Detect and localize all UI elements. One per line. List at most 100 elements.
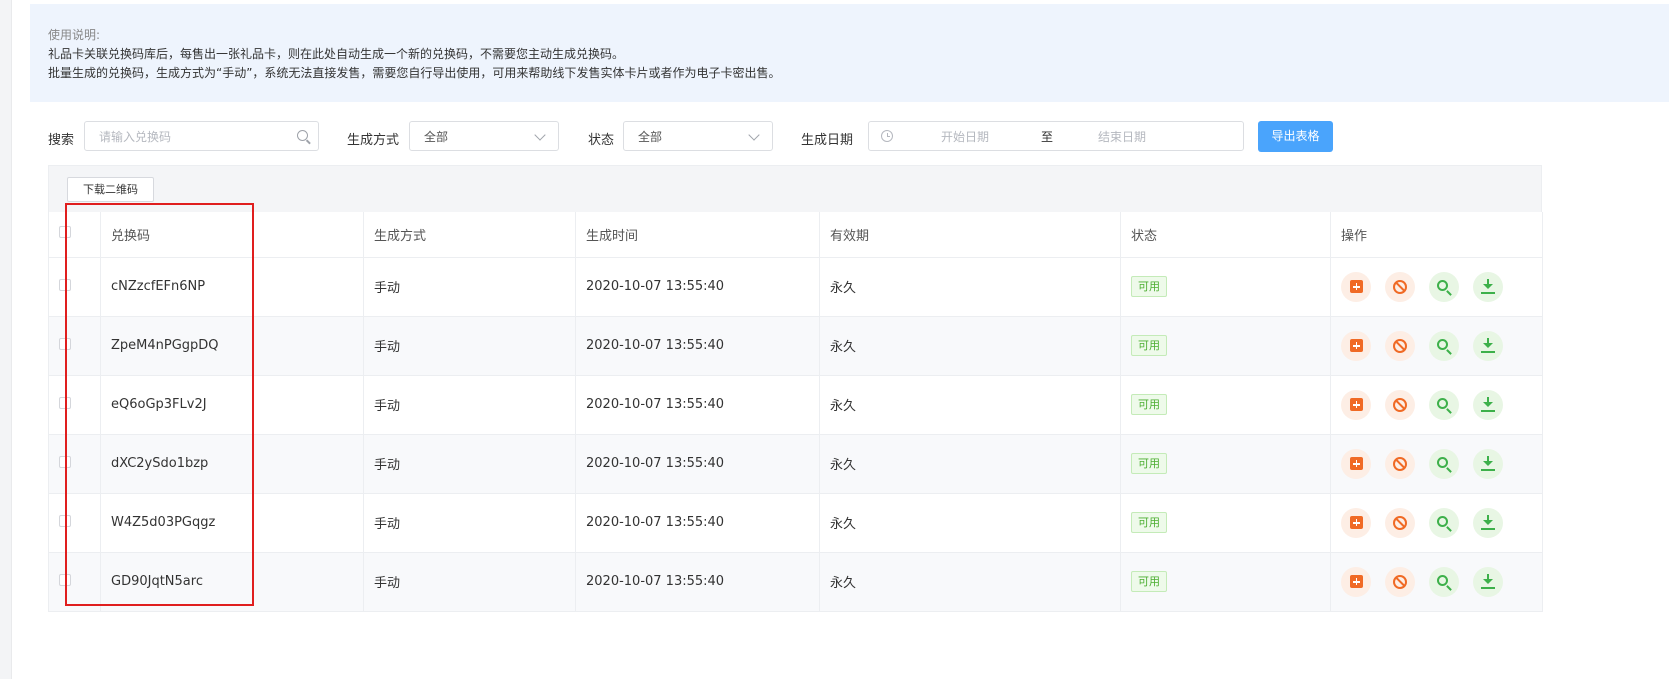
disable-icon (1393, 397, 1407, 412)
row-checkbox[interactable] (59, 514, 71, 527)
actions-cell (1330, 434, 1543, 494)
method-cell: 手动 (363, 493, 576, 553)
header-method: 生成方式 (363, 212, 576, 258)
disable-button[interactable] (1385, 448, 1415, 479)
copy-add-button[interactable] (1341, 507, 1371, 538)
row-actions (1341, 448, 1542, 479)
disable-button[interactable] (1385, 507, 1415, 538)
row-select-cell (48, 493, 101, 553)
method-cell: 手动 (363, 257, 576, 317)
code-cell: GD90JqtN5arc (100, 552, 364, 612)
usage-notice: 使用说明: 礼品卡关联兑换码库后，每售出一张礼品卡，则在此处自动生成一个新的兑换… (30, 4, 1669, 102)
status-label: 状态 (588, 133, 615, 148)
row-checkbox[interactable] (59, 278, 71, 291)
method-cell: 手动 (363, 316, 576, 376)
status-badge: 可用 (1131, 394, 1167, 415)
download-button[interactable] (1473, 271, 1503, 302)
table-row: eQ6oGp3FLv2J 手动 2020-10-07 13:55:40 永久 可… (48, 375, 1543, 435)
view-button[interactable] (1429, 507, 1459, 538)
table-toolbar: 下载二维码 (48, 165, 1542, 212)
view-icon (1437, 574, 1448, 586)
search-input[interactable]: 请输入兑换码 (84, 121, 319, 151)
header-actions: 操作 (1330, 212, 1543, 258)
copy-add-icon (1349, 575, 1363, 588)
download-button[interactable] (1473, 330, 1503, 361)
search-label: 搜索 (48, 133, 75, 148)
time-cell: 2020-10-07 13:55:40 (575, 316, 820, 376)
view-button[interactable] (1429, 566, 1459, 597)
copy-add-button[interactable] (1341, 271, 1371, 302)
status-cell: 可用 (1120, 552, 1331, 612)
row-select-cell (48, 375, 101, 435)
time-cell: 2020-10-07 13:55:40 (575, 257, 820, 317)
download-button[interactable] (1473, 507, 1503, 538)
header-validity: 有效期 (819, 212, 1121, 258)
table-row: W4Z5d03PGqgz 手动 2020-10-07 13:55:40 永久 可… (48, 493, 1543, 553)
export-table-button[interactable]: 导出表格 (1258, 121, 1333, 152)
validity-cell: 永久 (819, 375, 1121, 435)
row-select-cell (48, 434, 101, 494)
view-button[interactable] (1429, 271, 1459, 302)
copy-add-button[interactable] (1341, 566, 1371, 597)
download-button[interactable] (1473, 448, 1503, 479)
view-button[interactable] (1429, 448, 1459, 479)
download-qr-button[interactable]: 下载二维码 (67, 177, 154, 202)
actions-cell (1330, 552, 1543, 612)
copy-add-button[interactable] (1341, 389, 1371, 420)
header-status: 状态 (1120, 212, 1331, 258)
disable-icon (1393, 456, 1407, 471)
status-cell: 可用 (1120, 257, 1331, 317)
view-button[interactable] (1429, 330, 1459, 361)
code-cell: ZpeM4nPGgpDQ (100, 316, 364, 376)
download-button[interactable] (1473, 566, 1503, 597)
disable-button[interactable] (1385, 566, 1415, 597)
view-icon (1437, 515, 1448, 527)
row-select-cell (48, 257, 101, 317)
date-end-input[interactable]: 结束日期 (1098, 128, 1146, 145)
copy-add-button[interactable] (1341, 330, 1371, 361)
method-select[interactable]: 全部 (409, 121, 559, 151)
status-select[interactable]: 全部 (623, 121, 773, 151)
copy-add-button[interactable] (1341, 448, 1371, 479)
status-badge: 可用 (1131, 276, 1167, 297)
select-all-checkbox[interactable] (59, 226, 71, 239)
time-cell: 2020-10-07 13:55:40 (575, 552, 820, 612)
actions-cell (1330, 316, 1543, 376)
status-cell: 可用 (1120, 375, 1331, 435)
row-checkbox[interactable] (59, 573, 71, 586)
method-cell: 手动 (363, 375, 576, 435)
download-icon (1481, 515, 1495, 530)
row-checkbox[interactable] (59, 396, 71, 409)
download-icon (1481, 279, 1495, 294)
row-checkbox[interactable] (59, 337, 71, 350)
method-select-value: 全部 (424, 130, 449, 144)
download-icon (1481, 338, 1495, 353)
filter-bar: 搜索 请输入兑换码 生成方式 全部 状态 全部 生成日期 开始日期 至 结束日期… (48, 121, 1348, 153)
row-checkbox[interactable] (59, 455, 71, 468)
table-row: GD90JqtN5arc 手动 2020-10-07 13:55:40 永久 可… (48, 552, 1543, 612)
copy-add-icon (1349, 280, 1363, 293)
copy-add-icon (1349, 398, 1363, 411)
time-cell: 2020-10-07 13:55:40 (575, 493, 820, 553)
date-range-picker[interactable]: 开始日期 至 结束日期 (868, 121, 1244, 151)
view-button[interactable] (1429, 389, 1459, 420)
copy-add-icon (1349, 339, 1363, 352)
disable-button[interactable] (1385, 271, 1415, 302)
status-cell: 可用 (1120, 493, 1331, 553)
validity-cell: 永久 (819, 257, 1121, 317)
status-badge: 可用 (1131, 453, 1167, 474)
disable-icon (1393, 574, 1407, 589)
download-button[interactable] (1473, 389, 1503, 420)
left-rail (0, 0, 12, 679)
row-actions (1341, 271, 1542, 302)
date-start-input[interactable]: 开始日期 (941, 128, 989, 145)
disable-button[interactable] (1385, 330, 1415, 361)
search-icon[interactable] (297, 130, 308, 141)
method-cell: 手动 (363, 434, 576, 494)
validity-cell: 永久 (819, 434, 1121, 494)
disable-icon (1393, 279, 1407, 294)
disable-button[interactable] (1385, 389, 1415, 420)
validity-cell: 永久 (819, 552, 1121, 612)
redeem-code-table: 兑换码 生成方式 生成时间 有效期 状态 操作 cNZzcfEFn6NP 手动 … (48, 212, 1543, 612)
actions-cell (1330, 375, 1543, 435)
